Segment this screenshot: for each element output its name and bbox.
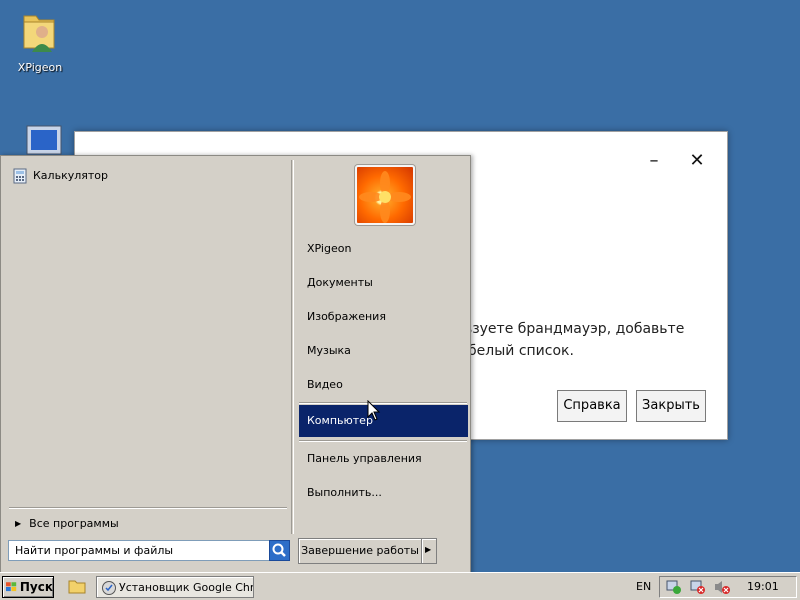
close-button[interactable]: ✕	[685, 150, 709, 171]
menu-item-user-folder[interactable]: XPigeon	[307, 242, 351, 255]
all-programs-separator	[9, 507, 287, 509]
quick-launch-explorer[interactable]	[68, 578, 86, 598]
flower-avatar-icon	[359, 171, 411, 223]
minimize-button[interactable]: –	[642, 150, 666, 171]
user-avatar[interactable]	[355, 165, 415, 225]
program-item-calculator[interactable]: Калькулятор	[13, 166, 108, 186]
folder-icon	[68, 580, 86, 594]
dialog-message-line1: льзуете брандмауэр, добавьте	[455, 321, 685, 337]
search-input[interactable]: Найти программы и файлы	[8, 540, 274, 561]
menu-item-pictures[interactable]: Изображения	[307, 310, 386, 323]
program-item-label: Калькулятор	[33, 169, 108, 182]
right-arrow-icon: ▶	[15, 519, 22, 528]
desktop-icon-label: XPigeon	[17, 61, 63, 74]
start-menu: Калькулятор ▶ Все программы Найти програ…	[0, 155, 471, 574]
all-programs-label: Все программы	[29, 517, 119, 530]
help-button[interactable]: Справка	[557, 390, 627, 422]
network-icon[interactable]	[665, 579, 683, 595]
menu-item-documents[interactable]: Документы	[307, 276, 373, 289]
all-programs-button[interactable]: ▶ Все программы	[15, 517, 119, 530]
security-alert-icon[interactable]	[689, 579, 707, 595]
clock[interactable]: 19:01	[747, 580, 779, 593]
start-button[interactable]: Пуск	[2, 576, 54, 598]
windows-logo-icon	[6, 582, 17, 592]
menu-item-videos[interactable]: Видео	[307, 378, 343, 391]
user-folder-icon	[23, 15, 55, 52]
dialog-close-button[interactable]: Закрыть	[636, 390, 706, 422]
desktop-icon-computer[interactable]	[5, 122, 75, 159]
menu-item-control-panel[interactable]: Панель управления	[307, 452, 422, 465]
taskbar-button-installer[interactable]: Установщик Google Chr...	[96, 576, 254, 598]
right-pane-separator-2	[299, 440, 467, 442]
dialog-message-line2: о белый список.	[455, 343, 574, 359]
shutdown-options-button[interactable]: ▶	[421, 538, 437, 564]
computer-icon	[26, 125, 62, 155]
right-arrow-icon: ▶	[425, 545, 432, 554]
programs-pane: Калькулятор ▶ Все программы	[5, 160, 294, 534]
desktop-icon-xpigeon[interactable]: XPigeon	[5, 8, 75, 74]
menu-item-computer[interactable]: Компьютер	[299, 405, 468, 437]
dialog-message: льзуете брандмауэр, добавьте о белый спи…	[455, 318, 715, 362]
calculator-icon	[13, 168, 27, 184]
language-indicator[interactable]: EN	[636, 580, 651, 593]
start-label: Пуск	[19, 580, 53, 594]
search-icon	[272, 543, 286, 557]
shutdown-button[interactable]: Завершение работы	[298, 538, 422, 564]
menu-item-music[interactable]: Музыка	[307, 344, 351, 357]
volume-muted-icon[interactable]	[713, 579, 731, 595]
taskbar: Пуск Установщик Google Chr... EN 19:01	[0, 572, 800, 600]
installer-icon	[102, 581, 116, 595]
right-pane-separator	[299, 402, 467, 404]
menu-item-run[interactable]: Выполнить...	[307, 486, 382, 499]
search-button[interactable]	[269, 540, 290, 561]
mouse-cursor-icon	[367, 400, 381, 421]
